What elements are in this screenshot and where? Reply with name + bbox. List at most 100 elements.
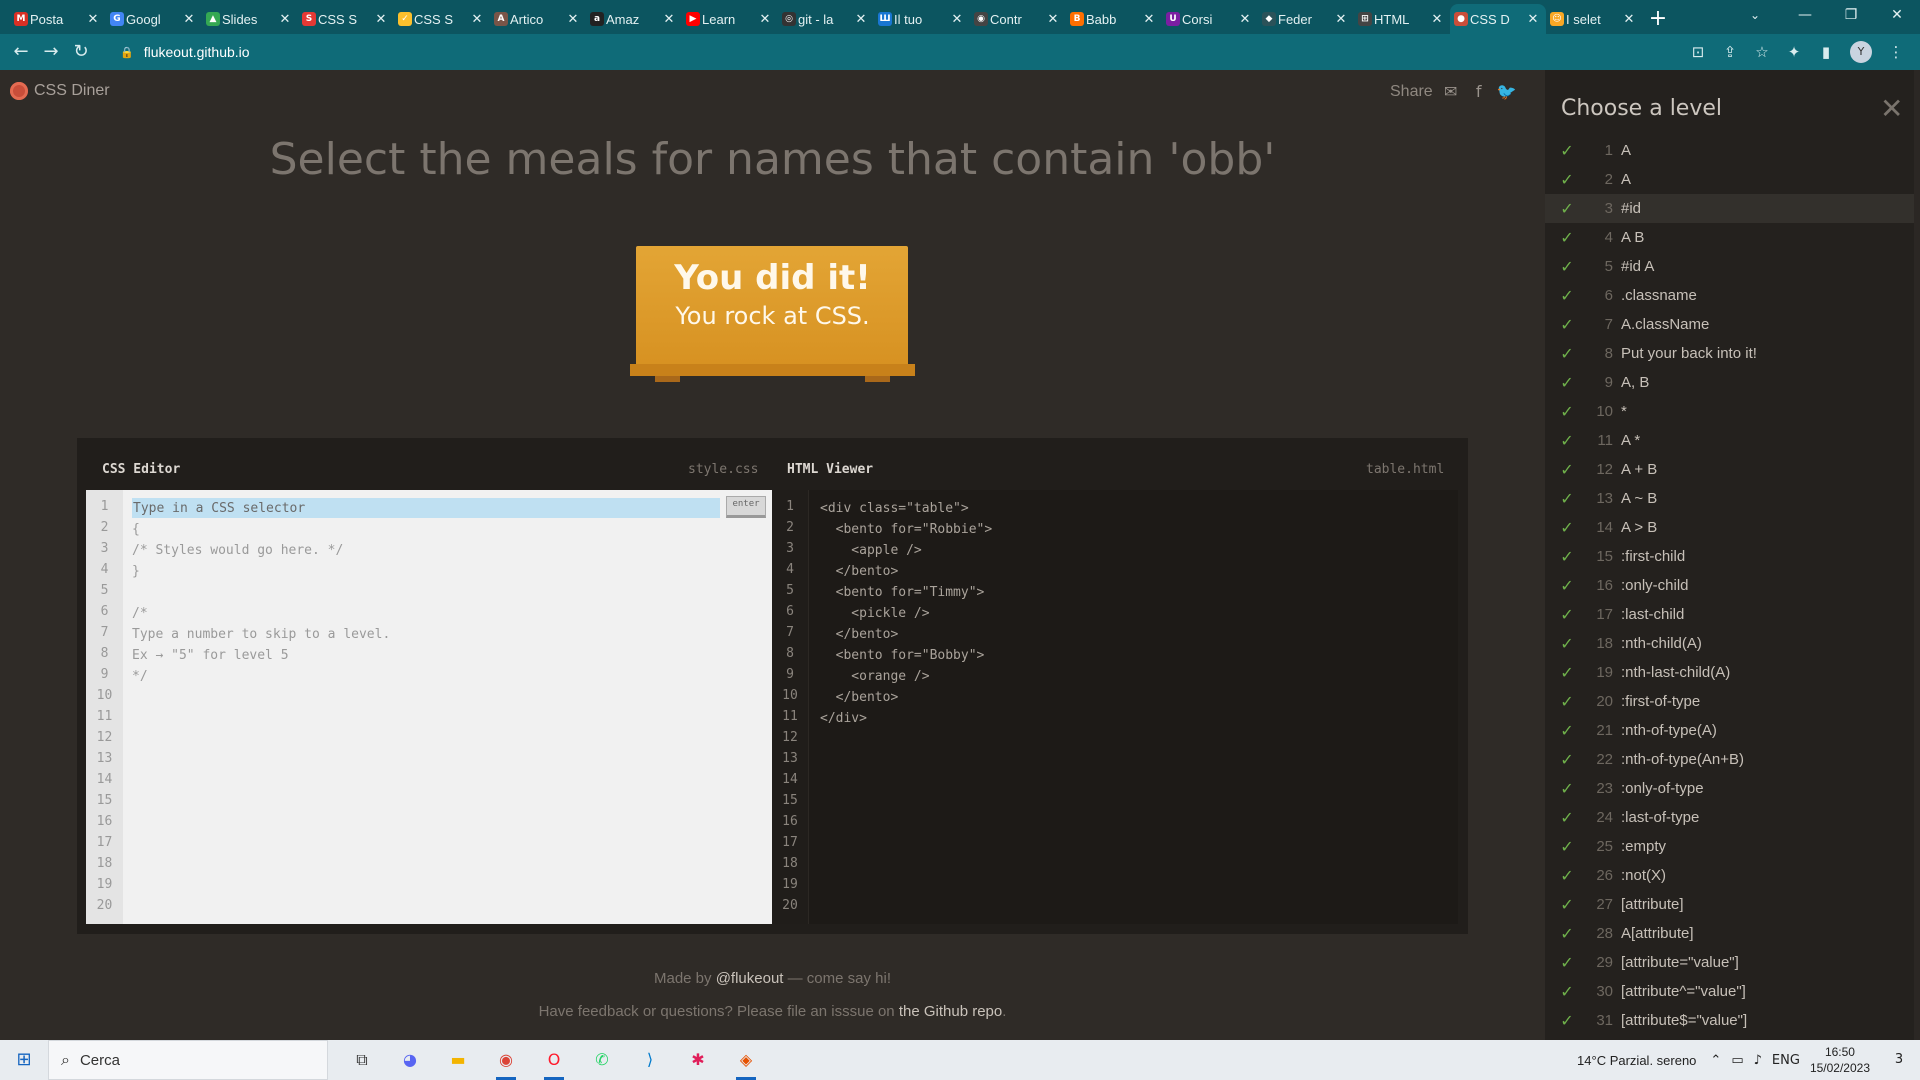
flukeout-link[interactable]: @flukeout [716,970,784,987]
html-code-line[interactable]: </bento> [820,624,992,645]
level-item[interactable]: ✓ 1 A [1545,136,1914,165]
menu-dots-icon[interactable]: ⋮ [1880,38,1912,66]
level-item[interactable]: ✓ 4 A B [1545,223,1914,252]
browser-tab[interactable]: A Artico ✕ [490,4,586,34]
level-item[interactable]: ✓ 14 A > B [1545,513,1914,542]
browser-tab[interactable]: ☺ I selet ✕ [1546,4,1642,34]
level-item[interactable]: ✓ 18:nth-child(A) [1545,629,1914,658]
lock-icon[interactable]: 🔒 [120,46,134,59]
level-item[interactable]: ✓ 28 A[attribute] [1545,919,1914,948]
weather-widget[interactable]: 14°C Parzial. sereno [1577,1053,1696,1068]
close-icon[interactable]: ✕ [1880,92,1903,125]
url-text[interactable]: flukeout.github.io [144,44,250,60]
close-tab-icon[interactable]: ✕ [374,12,388,27]
browser-tab[interactable]: a Amaz ✕ [586,4,682,34]
close-tab-icon[interactable]: ✕ [1430,12,1444,27]
close-tab-icon[interactable]: ✕ [86,12,100,27]
close-tab-icon[interactable]: ✕ [1526,12,1540,27]
browser-tab[interactable]: Ш Il tuo ✕ [874,4,970,34]
browser-tab[interactable]: G Googl ✕ [106,4,202,34]
browser-tab[interactable]: ◎ git - la ✕ [778,4,874,34]
taskbar-search[interactable]: ⌕ Cerca [48,1040,328,1080]
browser-tab[interactable]: ● CSS D ✕ [1450,4,1546,34]
html-code-line[interactable]: <div class="table"> [820,498,992,519]
close-tab-icon[interactable]: ✕ [950,12,964,27]
twitter-share-icon[interactable]: 🐦 [1497,82,1517,102]
level-item[interactable]: ✓ 23:only-of-type [1545,774,1914,803]
github-repo-link[interactable]: the Github repo [899,1003,1002,1020]
level-item[interactable]: ✓ 9 A, B [1545,368,1914,397]
level-item[interactable]: ✓ 17:last-child [1545,600,1914,629]
address-bar[interactable]: 🔒 flukeout.github.io [108,38,1748,66]
browser-tab[interactable]: ▲ Slides ✕ [202,4,298,34]
level-item[interactable]: ✓ 31 [attribute$="value"] [1545,1006,1914,1035]
level-item[interactable]: ✓ 8 Put your back into it! [1545,339,1914,368]
browser-tab[interactable]: ▶ Learn ✕ [682,4,778,34]
html-code-line[interactable]: <bento for="Robbie"> [820,519,993,540]
network-icon[interactable]: ▭ [1731,1053,1743,1068]
level-item[interactable]: ✓ 11 A * [1545,426,1914,455]
level-item[interactable]: ✓ 25:empty [1545,832,1914,861]
maximize-button[interactable]: ❐ [1828,0,1874,30]
reload-button[interactable]: ↻ [66,37,96,67]
browser-tab[interactable]: ◆ Feder ✕ [1258,4,1354,34]
language-indicator[interactable]: ENG [1772,1053,1800,1068]
html-code-line[interactable]: <bento for="Timmy"> [820,582,992,603]
close-tab-icon[interactable]: ✕ [854,12,868,27]
opera-icon[interactable]: O [530,1040,578,1080]
slack-icon[interactable]: ✱ [674,1040,722,1080]
file-explorer-icon[interactable]: ▬ [434,1040,482,1080]
level-item[interactable]: ✓ 19:nth-last-child(A) [1545,658,1914,687]
email-share-icon[interactable]: ✉ [1441,82,1461,102]
level-item[interactable]: ✓ 16:only-child [1545,571,1914,600]
browser-tab[interactable]: ◉ Contr ✕ [970,4,1066,34]
level-item[interactable]: ✓ 7 A.className [1545,310,1914,339]
browser-tab[interactable]: B Babb ✕ [1066,4,1162,34]
minimize-button[interactable]: — [1782,0,1828,30]
close-tab-icon[interactable]: ✕ [758,12,772,27]
browser-tab[interactable]: S CSS S ✕ [298,4,394,34]
forward-button[interactable]: → [36,37,66,67]
level-item[interactable]: ✓ 24:last-of-type [1545,803,1914,832]
html-code-line[interactable]: </bento> [820,561,992,582]
html-code-line[interactable]: <apple /> [820,540,992,561]
browser-tab[interactable]: ⊞ HTML ✕ [1354,4,1450,34]
level-item[interactable]: ✓ 27 [attribute] [1545,890,1914,919]
level-item[interactable]: ✓ 20:first-of-type [1545,687,1914,716]
browser-tab[interactable]: U Corsi ✕ [1162,4,1258,34]
level-item[interactable]: ✓ 15:first-child [1545,542,1914,571]
extensions-icon[interactable]: ✦ [1778,38,1810,66]
html-code-line[interactable]: </bento> [820,687,992,708]
html-code-line[interactable]: <bento for="Bobby"> [820,645,992,666]
chrome-icon[interactable]: ◉ [482,1040,530,1080]
close-tab-icon[interactable]: ✕ [1334,12,1348,27]
side-panel-icon[interactable]: ▮ [1810,38,1842,66]
close-tab-icon[interactable]: ✕ [278,12,292,27]
notification-badge[interactable]: 3 [1884,1045,1914,1075]
html-code-line[interactable]: <pickle /> [820,603,992,624]
close-tab-icon[interactable]: ✕ [662,12,676,27]
close-tab-icon[interactable]: ✕ [566,12,580,27]
speaker-icon[interactable]: ♪ [1754,1053,1762,1068]
vscode-icon[interactable]: ⟩ [626,1040,674,1080]
clock[interactable]: 16:50 15/02/2023 [1810,1044,1870,1076]
chevron-up-icon[interactable]: ⌃ [1710,1053,1721,1068]
html-code-line[interactable]: </div> [820,708,992,729]
level-item[interactable]: ✓ 3 #id [1545,194,1914,223]
level-item[interactable]: ✓ 12 A + B [1545,455,1914,484]
bookmark-star-icon[interactable]: ☆ [1746,38,1778,66]
level-item[interactable]: ✓ 21:nth-of-type(A) [1545,716,1914,745]
level-item[interactable]: ✓ 29 [attribute="value"] [1545,948,1914,977]
whatsapp-icon[interactable]: ✆ [578,1040,626,1080]
level-scrollbar[interactable] [1914,70,1920,1040]
close-window-button[interactable]: ✕ [1874,0,1920,30]
level-item[interactable]: ✓ 5 #id A [1545,252,1914,281]
css-selector-input[interactable] [132,498,720,518]
enter-button[interactable]: enter [726,496,766,518]
back-button[interactable]: ← [6,37,36,67]
logo[interactable]: CSS Diner [10,82,110,100]
close-tab-icon[interactable]: ✕ [1238,12,1252,27]
windows-start-icon[interactable]: ⊞ [0,1040,48,1080]
level-item[interactable]: ✓ 6 .classname [1545,281,1914,310]
new-tab-button[interactable]: + [1642,4,1674,34]
